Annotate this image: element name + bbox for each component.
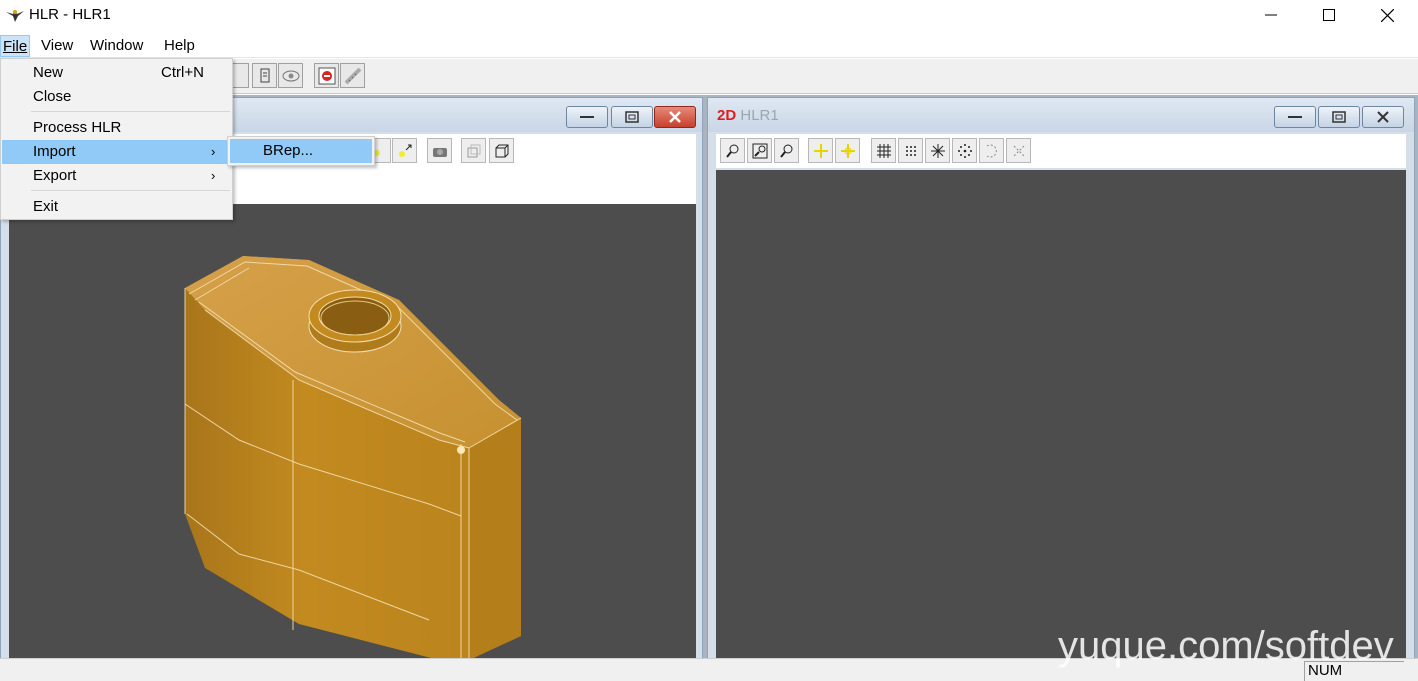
eye-icon <box>282 70 299 81</box>
camera-icon <box>432 147 447 157</box>
grid-points-icon <box>905 145 916 156</box>
child-minimize-button[interactable] <box>566 106 608 128</box>
light-arrow-icon <box>398 144 411 157</box>
menu-item-exit-label: Exit <box>33 198 59 215</box>
ruler-icon <box>344 67 361 84</box>
grid-rect-lines-button[interactable] <box>871 138 896 163</box>
maximize-button[interactable] <box>1300 0 1358 30</box>
grid-circular-lines-icon <box>930 143 945 158</box>
menu-separator <box>31 190 230 191</box>
close-icon <box>1380 8 1394 22</box>
title-bar: HLR - HLR1 <box>0 0 1418 32</box>
minimize-icon <box>580 116 594 118</box>
menu-item-process-hlr[interactable]: Process HLR <box>2 116 231 140</box>
viewport-2d[interactable] <box>716 170 1406 660</box>
window-2d-title: 2D HLR1 <box>717 107 779 124</box>
grid-circ-points-button[interactable] <box>952 138 977 163</box>
grid-rect-points-button[interactable] <box>898 138 923 163</box>
minimize-icon <box>1288 116 1302 118</box>
menu-item-import[interactable]: Import › <box>2 140 231 164</box>
menu-item-new[interactable]: New Ctrl+N <box>2 61 231 85</box>
zoom-icon <box>725 144 738 158</box>
window-2d[interactable]: 2D HLR1 <box>707 97 1415 660</box>
window-2d-titlebar[interactable]: 2D HLR1 <box>708 98 1414 132</box>
menu-separator <box>31 111 230 112</box>
wireframe-button[interactable] <box>489 138 514 163</box>
grid-circ-lines-button[interactable] <box>925 138 950 163</box>
menu-item-brep[interactable]: BRep... <box>230 139 372 163</box>
bird-logo-icon <box>6 10 24 22</box>
zoom-button[interactable] <box>720 138 745 163</box>
window-2d-toolbar <box>716 134 1406 168</box>
close-icon <box>1377 111 1389 123</box>
menu-view[interactable]: View <box>39 35 75 57</box>
menu-bar: File View Window Help <box>0 32 1418 58</box>
toolbar-button-about[interactable] <box>314 63 339 88</box>
menu-item-exit[interactable]: Exit <box>2 195 231 219</box>
menu-item-close-label: Close <box>33 88 72 105</box>
viewport-3d[interactable] <box>9 204 696 660</box>
grid-delete-icon <box>1013 145 1024 156</box>
menu-item-new-shortcut: Ctrl+N <box>161 64 204 81</box>
toolbar-button-eye[interactable] <box>278 63 303 88</box>
menu-window[interactable]: Window <box>88 35 145 57</box>
grid-lines-icon <box>876 143 891 158</box>
toolbar-button-file[interactable] <box>252 63 277 88</box>
about-icon <box>318 67 335 84</box>
pan-icon <box>813 143 828 158</box>
grid-edit-button[interactable] <box>979 138 1004 163</box>
menu-item-process-hlr-label: Process HLR <box>33 119 122 136</box>
menu-item-new-label: New <box>33 64 64 81</box>
zoom-window-icon <box>752 143 767 158</box>
pan-button[interactable] <box>808 138 833 163</box>
grid-edit-icon <box>986 144 997 157</box>
watermark: yuque.com/softdev <box>1058 624 1394 668</box>
import-submenu: BRep... <box>227 136 375 166</box>
camera-button[interactable] <box>427 138 452 163</box>
menu-help[interactable]: Help <box>162 35 197 57</box>
hidden-lines-button[interactable] <box>461 138 486 163</box>
restore-icon <box>1332 111 1346 123</box>
menu-file[interactable]: File <box>0 35 31 57</box>
box-hidden-icon <box>467 144 480 157</box>
close-icon <box>669 111 681 123</box>
window-2d-name: HLR1 <box>740 107 779 124</box>
menu-item-import-label: Import <box>33 143 76 160</box>
zoom-window-button[interactable] <box>747 138 772 163</box>
global-pan-button[interactable] <box>835 138 860 163</box>
menu-item-close[interactable]: Close <box>2 85 231 109</box>
chevron-right-icon: › <box>211 168 216 183</box>
grid-circular-points-icon <box>957 143 972 158</box>
document-icon <box>260 68 269 82</box>
menu-item-brep-label: BRep... <box>263 142 314 159</box>
child-restore-button[interactable] <box>1318 106 1360 128</box>
menu-item-export[interactable]: Export › <box>2 164 231 188</box>
minimize-icon <box>1265 14 1277 16</box>
child-close-button[interactable] <box>654 106 696 128</box>
close-button[interactable] <box>1358 0 1416 30</box>
minimize-button[interactable] <box>1242 0 1300 30</box>
pan-light-button[interactable] <box>392 138 417 163</box>
window-2d-prefix: 2D <box>717 107 737 124</box>
maximize-icon <box>1323 9 1335 21</box>
chevron-right-icon: › <box>211 144 216 159</box>
grid-delete-button[interactable] <box>1006 138 1031 163</box>
restore-icon <box>625 111 639 123</box>
box-wireframe-icon <box>495 144 508 157</box>
file-menu-dropdown: New Ctrl+N Close Process HLR Import › Ex… <box>0 58 233 220</box>
zoom-out-icon <box>779 144 792 158</box>
child-close-button[interactable] <box>1362 106 1404 128</box>
child-restore-button[interactable] <box>611 106 653 128</box>
menu-item-export-label: Export <box>33 167 77 184</box>
child-minimize-button[interactable] <box>1274 106 1316 128</box>
model-bottle <box>184 256 522 660</box>
zoom-out-button[interactable] <box>774 138 799 163</box>
toolbar-button-ruler[interactable] <box>340 63 365 88</box>
global-pan-icon <box>840 143 855 158</box>
app-title: HLR - HLR1 <box>29 6 111 23</box>
